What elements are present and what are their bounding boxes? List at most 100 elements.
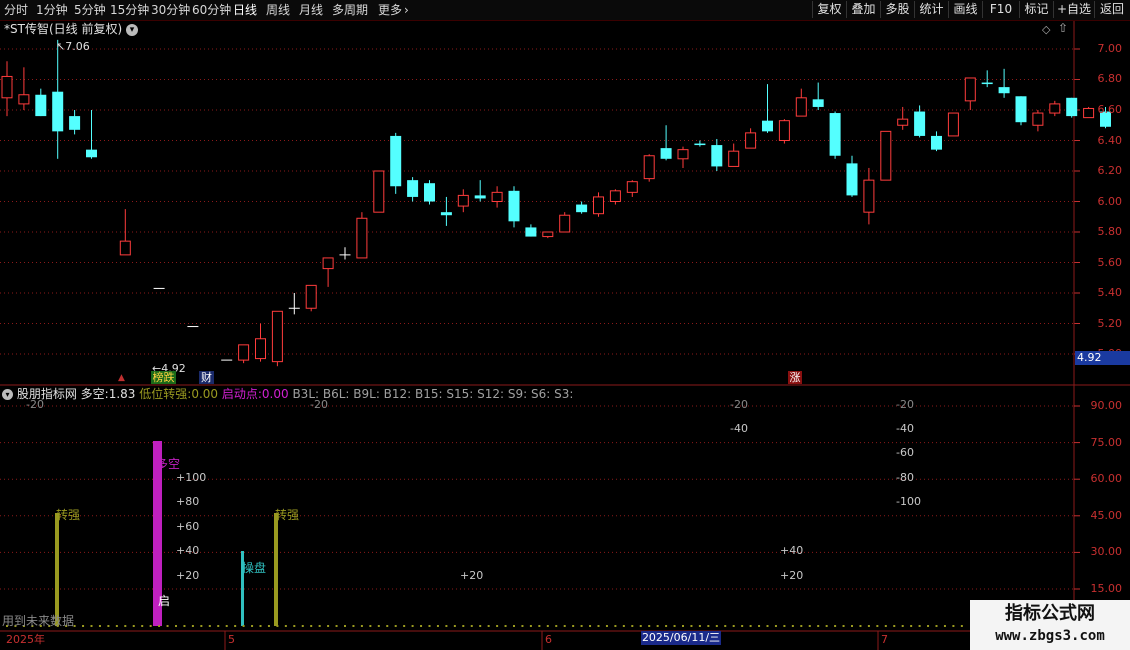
qidong-value: 0.00 xyxy=(261,387,289,401)
candle-body xyxy=(35,94,47,117)
candle xyxy=(424,180,435,205)
add-watchlist-button[interactable]: +自选 xyxy=(1053,1,1094,18)
chevron-down-icon[interactable]: ▾ xyxy=(125,24,138,36)
caopan-label: 操盘 xyxy=(242,561,267,575)
candle-body xyxy=(390,135,402,187)
back-button[interactable]: 返回 xyxy=(1094,1,1129,18)
level-label: +40 xyxy=(780,544,804,557)
draw-line-button[interactable]: 画线 xyxy=(948,1,982,18)
zhang-tag[interactable]: 涨 xyxy=(788,371,802,384)
candle-body xyxy=(305,284,317,309)
candle xyxy=(18,67,30,110)
stock-title[interactable]: *ST传智(日线 前复权) ▾ xyxy=(4,23,138,36)
signal-dot xyxy=(420,625,423,627)
candle xyxy=(981,70,993,88)
period-tab-fenshi[interactable]: 分时 xyxy=(4,2,28,18)
period-tab-1min[interactable]: 1分钟 xyxy=(36,2,68,18)
candle xyxy=(897,106,909,130)
candle-body xyxy=(18,94,30,105)
candle xyxy=(255,323,266,362)
signal-dot xyxy=(377,625,380,627)
candle-body xyxy=(914,111,926,136)
period-tab-multi[interactable]: 多周期 xyxy=(332,2,368,18)
candle xyxy=(508,186,520,228)
period-tab-60min[interactable]: 60分钟 xyxy=(192,2,231,18)
signal-dot xyxy=(631,625,634,627)
signal-dot xyxy=(910,625,913,627)
signal-dot xyxy=(605,625,608,627)
candle xyxy=(609,189,621,205)
f10-button[interactable]: F10 xyxy=(982,1,1019,18)
candle-body xyxy=(576,204,588,213)
signal-dot xyxy=(580,625,583,627)
price-tick: 5.40 xyxy=(1097,286,1123,299)
watermark-title: 指标公式网 xyxy=(1005,603,1095,624)
period-tab-monthly[interactable]: 月线 xyxy=(299,2,323,18)
candle xyxy=(778,119,790,144)
signal-dot xyxy=(749,625,752,627)
bangdie-tag[interactable]: 榜跌 xyxy=(151,371,176,384)
candle xyxy=(947,112,959,137)
signal-dot xyxy=(504,625,507,627)
period-tab-15min[interactable]: 15分钟 xyxy=(110,2,149,18)
chart-canvas[interactable] xyxy=(0,21,1130,650)
level-label: +40 xyxy=(176,544,200,557)
period-tab-daily[interactable]: 日线 xyxy=(233,2,257,18)
level-label: -80 xyxy=(896,471,914,484)
statistics-button[interactable]: 统计 xyxy=(914,1,948,18)
zhuanqiang-bar-2 xyxy=(274,513,278,626)
candle xyxy=(728,143,740,167)
candle-body xyxy=(998,87,1010,94)
candle xyxy=(52,39,64,159)
zhuanqiang-label-2: 转强 xyxy=(275,508,300,522)
signal-dot xyxy=(124,625,127,627)
diamond-icon[interactable]: ◇ xyxy=(1042,23,1050,36)
candle-body xyxy=(593,196,604,215)
price-tick: 6.00 xyxy=(1097,195,1123,208)
indicator-menu-icon[interactable]: ▾ xyxy=(2,389,13,400)
signal-dot xyxy=(386,625,389,627)
candle xyxy=(643,154,655,182)
signal-dot xyxy=(791,625,794,627)
period-tab-weekly[interactable]: 周线 xyxy=(266,2,290,18)
candle-body xyxy=(373,170,385,213)
candle xyxy=(998,68,1010,98)
signal-dot xyxy=(403,625,406,627)
up-arrow-icon[interactable]: ⇧ xyxy=(1058,22,1068,35)
mark-button[interactable]: 标记 xyxy=(1019,1,1053,18)
watermark: 指标公式网 www.zbgs3.com xyxy=(970,600,1130,650)
candle xyxy=(593,192,604,217)
fuquan-button[interactable]: 复权 xyxy=(812,1,846,18)
period-tab-more[interactable]: 更多 › xyxy=(378,2,409,18)
price-tick: 5.60 xyxy=(1097,256,1123,269)
candle xyxy=(271,310,283,367)
level-label: +60 xyxy=(176,520,200,533)
signal-dot xyxy=(411,625,414,627)
period-tab-5min[interactable]: 5分钟 xyxy=(74,2,106,18)
signal-dot xyxy=(428,625,431,627)
overlay-button[interactable]: 叠加 xyxy=(846,1,880,18)
signal-dot xyxy=(149,625,152,627)
date-label: 6 xyxy=(545,633,552,646)
price-grid xyxy=(0,48,1080,355)
stock-title-text: *ST传智(日线 前复权) xyxy=(4,22,123,36)
candle-body xyxy=(931,135,942,150)
signal-dot xyxy=(724,625,727,627)
candle-body xyxy=(762,120,773,132)
candle xyxy=(677,146,689,168)
candle-body xyxy=(694,143,706,146)
multi-stock-button[interactable]: 多股 xyxy=(880,1,914,18)
finance-tag[interactable]: 财 xyxy=(199,371,214,384)
candle-body xyxy=(846,163,858,196)
signal-dot xyxy=(927,625,930,627)
period-tab-30min[interactable]: 30分钟 xyxy=(151,2,190,18)
candle xyxy=(407,177,419,202)
signal-dot xyxy=(191,625,194,627)
signal-dot xyxy=(234,625,237,627)
signal-dot xyxy=(783,625,786,627)
more-label: 更多 xyxy=(378,3,403,17)
indicator-tick: 30.00 xyxy=(1090,545,1123,558)
candle xyxy=(356,212,368,259)
candle xyxy=(931,131,942,152)
signal-dot xyxy=(656,625,659,627)
